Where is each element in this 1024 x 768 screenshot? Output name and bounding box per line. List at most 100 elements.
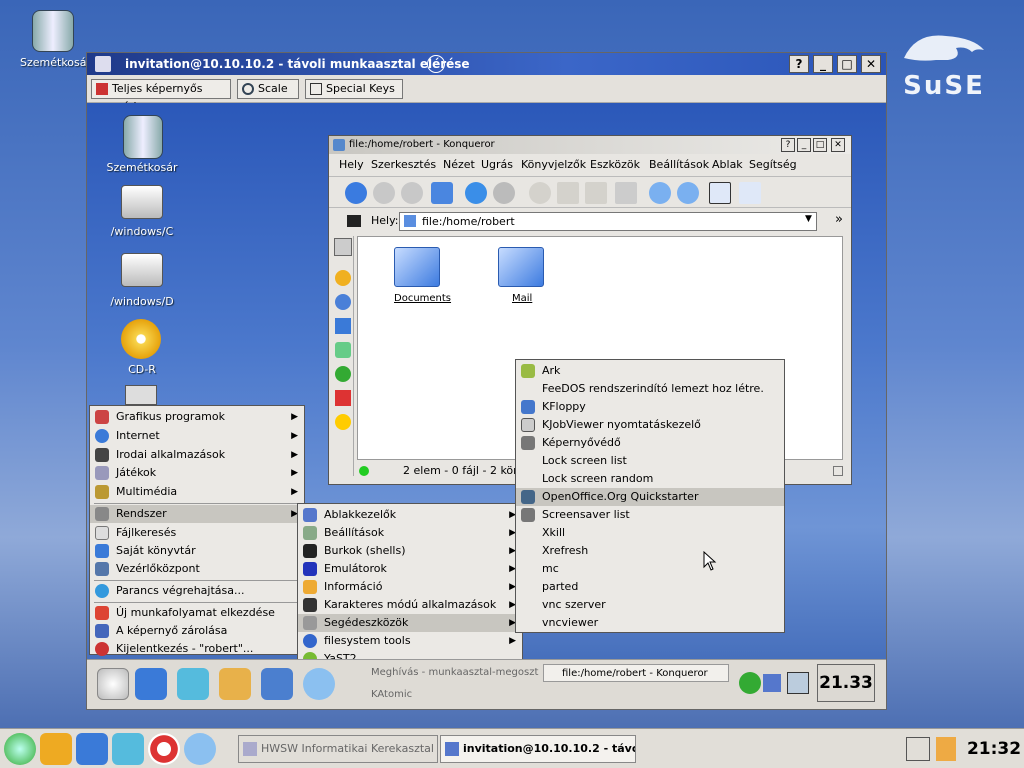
sidebar-star-icon[interactable] bbox=[335, 414, 351, 430]
desktop-panel-icon[interactable] bbox=[177, 668, 209, 700]
suse-menu-icon[interactable] bbox=[4, 733, 36, 765]
tree-view-icon[interactable] bbox=[739, 182, 761, 204]
toolbar-extension-icon[interactable]: » bbox=[835, 212, 843, 227]
menu-nezet[interactable]: Nézet bbox=[443, 158, 475, 171]
kate-panel-icon[interactable] bbox=[219, 668, 251, 700]
zoom-out-icon[interactable] bbox=[677, 182, 699, 204]
util-screensaver[interactable]: Képernyővédő bbox=[516, 434, 784, 452]
documents-folder-icon[interactable] bbox=[394, 247, 440, 287]
desktop-launcher-icon[interactable] bbox=[112, 733, 144, 765]
util-lock-random[interactable]: Lock screen random bbox=[516, 470, 784, 488]
kmenu-run-command[interactable]: Parancs végrehajtása... bbox=[90, 582, 304, 600]
sidebar-bookmark-icon[interactable] bbox=[335, 390, 351, 406]
stop-icon[interactable] bbox=[493, 182, 515, 204]
drive-d-icon[interactable] bbox=[121, 253, 163, 287]
paste-icon[interactable] bbox=[585, 182, 607, 204]
mail-label[interactable]: Mail bbox=[512, 293, 532, 304]
task-remote[interactable]: invitation@10.10.10.2 - távoli mu bbox=[440, 735, 636, 763]
task-katomic[interactable]: KAtomic bbox=[353, 686, 539, 704]
konqueror-panel-icon[interactable] bbox=[303, 668, 335, 700]
remote-trash-icon[interactable] bbox=[123, 115, 163, 159]
scale-button[interactable]: Scale bbox=[237, 79, 299, 99]
history-icon[interactable] bbox=[335, 294, 351, 310]
info-tray-icon[interactable] bbox=[739, 672, 761, 694]
reload-icon[interactable] bbox=[465, 182, 487, 204]
mail-folder-icon[interactable] bbox=[498, 247, 544, 287]
help-button[interactable]: ? bbox=[789, 55, 809, 73]
system-shells[interactable]: Burkok (shells) ▶ bbox=[298, 542, 522, 560]
minimize-button[interactable]: _ bbox=[813, 55, 833, 73]
util-vncviewer[interactable]: vncviewer bbox=[516, 614, 784, 632]
util-kjobviewer[interactable]: KJobViewer nyomtatáskezelő bbox=[516, 416, 784, 434]
remote-screen[interactable]: Szemétkosár /windows/C /windows/D CD-R f… bbox=[87, 103, 886, 709]
util-lock-list[interactable]: Lock screen list bbox=[516, 452, 784, 470]
menu-segitseg[interactable]: Segítség bbox=[749, 158, 797, 171]
kmenu-find-files[interactable]: Fájlkeresés bbox=[90, 524, 304, 542]
k-menu-button-icon[interactable] bbox=[97, 668, 129, 700]
util-parted[interactable]: parted bbox=[516, 578, 784, 596]
task-konqueror[interactable]: file:/home/robert - Konqueror bbox=[543, 664, 729, 682]
menu-hely[interactable]: Hely bbox=[339, 158, 364, 171]
konq-minimize-button[interactable]: _ bbox=[797, 138, 811, 152]
home-icon[interactable] bbox=[431, 182, 453, 204]
konq-close-button[interactable]: ✕ bbox=[831, 138, 845, 152]
screen-tray-icon[interactable] bbox=[787, 672, 809, 694]
system-window-managers[interactable]: Ablakkezelők ▶ bbox=[298, 506, 522, 524]
local-clock[interactable]: 21:32 bbox=[966, 734, 1022, 764]
util-mc[interactable]: mc bbox=[516, 560, 784, 578]
browser-launcher-icon[interactable] bbox=[184, 733, 216, 765]
zoom-in-icon[interactable] bbox=[649, 182, 671, 204]
maximize-button[interactable]: □ bbox=[837, 55, 857, 73]
close-button[interactable]: ✕ bbox=[861, 55, 881, 73]
task-meghivas[interactable]: Meghívás - munkaasztal-megosztás bbox=[353, 664, 539, 682]
trash-icon[interactable] bbox=[32, 10, 74, 52]
location-input[interactable]: file:/home/robert bbox=[399, 212, 817, 231]
back-arrow-icon[interactable] bbox=[373, 182, 395, 204]
openoffice-panel-icon[interactable] bbox=[261, 668, 293, 700]
util-xrefresh[interactable]: Xrefresh bbox=[516, 542, 784, 560]
util-screensaver-list[interactable]: Screensaver list bbox=[516, 506, 784, 524]
util-kfloppy[interactable]: KFloppy bbox=[516, 398, 784, 416]
kmenu-logout[interactable]: Kijelentkezés - "robert"... bbox=[90, 640, 304, 658]
kmenu-graphics[interactable]: Grafikus programok ▶ bbox=[90, 408, 304, 426]
kmenu-lock-screen[interactable]: A képernyő zárolása bbox=[90, 622, 304, 640]
system-utilities[interactable]: Segédeszközök ▶ bbox=[298, 614, 522, 632]
home-folder-icon[interactable] bbox=[335, 318, 351, 334]
system-settings[interactable]: Beállítások ▶ bbox=[298, 524, 522, 542]
menu-szerkesztes[interactable]: Szerkesztés bbox=[371, 158, 436, 171]
lightning-icon[interactable] bbox=[40, 733, 72, 765]
task-hwsw[interactable]: HWSW Informatikai Kerekasztal bbox=[238, 735, 438, 763]
menu-konyvjelzok[interactable]: Könyvjelzők bbox=[521, 158, 586, 171]
up-arrow-icon[interactable] bbox=[345, 182, 367, 204]
util-xkill[interactable]: Xkill bbox=[516, 524, 784, 542]
icon-view-icon[interactable] bbox=[709, 182, 731, 204]
network-tray-icon[interactable] bbox=[763, 674, 781, 692]
print-icon[interactable] bbox=[615, 182, 637, 204]
kmenu-multimedia[interactable]: Multimédia ▶ bbox=[90, 483, 304, 501]
help-lifebuoy-icon[interactable] bbox=[148, 733, 180, 765]
util-ark[interactable]: Ark bbox=[516, 362, 784, 380]
bookmarks-icon[interactable] bbox=[335, 270, 351, 286]
util-openoffice-quickstarter[interactable]: OpenOffice.Org Quickstarter bbox=[516, 488, 784, 506]
services-icon[interactable] bbox=[335, 366, 351, 382]
fullscreen-button[interactable]: Teljes képernyős mód bbox=[91, 79, 231, 113]
location-dropdown-icon[interactable]: ▼ bbox=[805, 214, 812, 224]
copy-icon[interactable] bbox=[557, 182, 579, 204]
menu-eszkozok[interactable]: Eszközök bbox=[590, 158, 640, 171]
forward-arrow-icon[interactable] bbox=[401, 182, 423, 204]
klipper-tray-icon[interactable] bbox=[936, 737, 956, 761]
window-titlebar[interactable]: invitation@10.10.10.2 - távoli munkaaszt… bbox=[87, 53, 886, 75]
kmenu-internet[interactable]: Internet ▶ bbox=[90, 427, 304, 445]
menu-ablak[interactable]: Ablak bbox=[712, 158, 743, 171]
system-information[interactable]: Információ ▶ bbox=[298, 578, 522, 596]
kmenu-home[interactable]: Saját könyvtár bbox=[90, 542, 304, 560]
system-filesystem-tools[interactable]: filesystem tools ▶ bbox=[298, 632, 522, 650]
clear-location-icon[interactable] bbox=[347, 215, 361, 227]
cut-icon[interactable] bbox=[529, 182, 551, 204]
configure-icon[interactable] bbox=[334, 238, 352, 256]
drive-c-icon[interactable] bbox=[121, 185, 163, 219]
kmenu-office[interactable]: Irodai alkalmazások ▶ bbox=[90, 446, 304, 464]
util-vnc-server[interactable]: vnc szerver bbox=[516, 596, 784, 614]
util-freedos[interactable]: FeeDOS rendszerindító lemezt hoz létre. bbox=[516, 380, 784, 398]
kmenu-new-session[interactable]: Új munkafolyamat elkezdése bbox=[90, 604, 304, 622]
